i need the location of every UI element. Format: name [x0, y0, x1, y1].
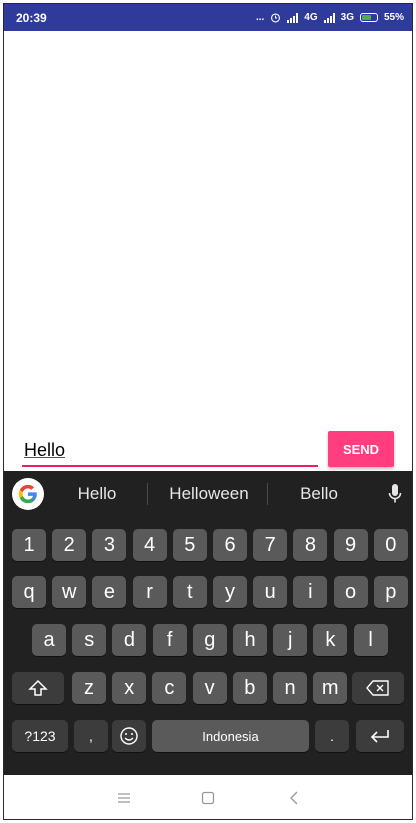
status-icons: ... 4G 3G 55% [256, 12, 404, 23]
key-o[interactable]: o [333, 576, 368, 608]
key-e[interactable]: e [92, 576, 127, 608]
key-8[interactable]: 8 [293, 529, 328, 561]
key-k[interactable]: k [313, 624, 348, 656]
phone-screen: 20:39 ... 4G 3G 55% Hello SEND Hello Hel… [3, 3, 413, 820]
alarm-icon [271, 13, 281, 23]
key-6[interactable]: 6 [213, 529, 247, 561]
key-i[interactable]: i [293, 576, 328, 608]
key-z[interactable]: z [72, 672, 106, 704]
back-icon[interactable] [284, 788, 304, 808]
symbols-key[interactable]: ?123 [12, 720, 68, 752]
signal-icon-1 [287, 12, 299, 23]
key-g[interactable]: g [192, 624, 227, 656]
key-0[interactable]: 0 [373, 529, 408, 561]
status-time: 20:39 [16, 10, 47, 25]
suggestion-divider [147, 483, 148, 505]
key-h[interactable]: h [233, 624, 267, 656]
more-notifications-icon: ... [255, 12, 265, 23]
key-1[interactable]: 1 [12, 529, 46, 561]
space-key[interactable]: Indonesia [152, 720, 309, 752]
key-a[interactable]: a [32, 624, 66, 656]
key-9[interactable]: 9 [333, 529, 368, 561]
key-x[interactable]: x [112, 672, 147, 704]
menu-icon[interactable] [114, 788, 134, 808]
key-d[interactable]: d [112, 624, 147, 656]
navigation-bar [4, 775, 412, 819]
backspace-key-icon[interactable] [352, 672, 404, 704]
key-t[interactable]: t [172, 576, 207, 608]
key-j[interactable]: j [273, 624, 308, 656]
suggestion-2[interactable]: Helloween [154, 471, 264, 517]
key-m[interactable]: m [313, 672, 348, 704]
shift-key-icon[interactable] [12, 672, 64, 704]
key-s[interactable]: s [72, 624, 107, 656]
suggestion-bar: Hello Helloween Bello [4, 471, 412, 517]
key-r[interactable]: r [132, 576, 167, 608]
key-l[interactable]: l [353, 624, 388, 656]
network-3g-label: 3G [340, 12, 354, 23]
comma-key[interactable]: , [74, 720, 108, 752]
key-2[interactable]: 2 [52, 529, 87, 561]
message-input-value: Hello [24, 440, 66, 460]
microphone-icon[interactable] [388, 483, 402, 505]
period-key[interactable]: . [315, 720, 349, 752]
google-logo-icon[interactable] [12, 478, 44, 510]
key-c[interactable]: c [152, 672, 187, 704]
key-7[interactable]: 7 [253, 529, 288, 561]
signal-icon-2 [323, 12, 335, 23]
home-icon[interactable] [198, 788, 218, 808]
send-button[interactable]: SEND [328, 431, 394, 467]
key-n[interactable]: n [273, 672, 307, 704]
message-area: Hello SEND [4, 31, 412, 471]
key-5[interactable]: 5 [172, 529, 207, 561]
suggestion-1[interactable]: Hello [54, 471, 140, 517]
keyboard: Hello Helloween Bello 1234567890 qwertyui… [4, 471, 412, 775]
key-p[interactable]: p [373, 576, 408, 608]
status-bar: 20:39 ... 4G 3G 55% [4, 4, 412, 31]
key-v[interactable]: v [192, 672, 227, 704]
key-3[interactable]: 3 [92, 529, 127, 561]
key-b[interactable]: b [232, 672, 267, 704]
composer: Hello SEND [22, 431, 394, 471]
key-y[interactable]: y [213, 576, 247, 608]
key-f[interactable]: f [152, 624, 187, 656]
key-q[interactable]: q [12, 576, 46, 608]
key-w[interactable]: w [52, 576, 87, 608]
enter-key-icon[interactable] [356, 720, 404, 752]
key-4[interactable]: 4 [132, 529, 167, 561]
battery-percent: 55% [383, 12, 404, 23]
emoji-key-icon[interactable] [112, 720, 146, 752]
suggestion-3[interactable]: Bello [274, 471, 364, 517]
key-u[interactable]: u [253, 576, 288, 608]
network-4g-label: 4G [304, 12, 318, 23]
message-input[interactable]: Hello [22, 433, 318, 467]
battery-icon [359, 13, 378, 22]
suggestion-divider [267, 483, 268, 505]
